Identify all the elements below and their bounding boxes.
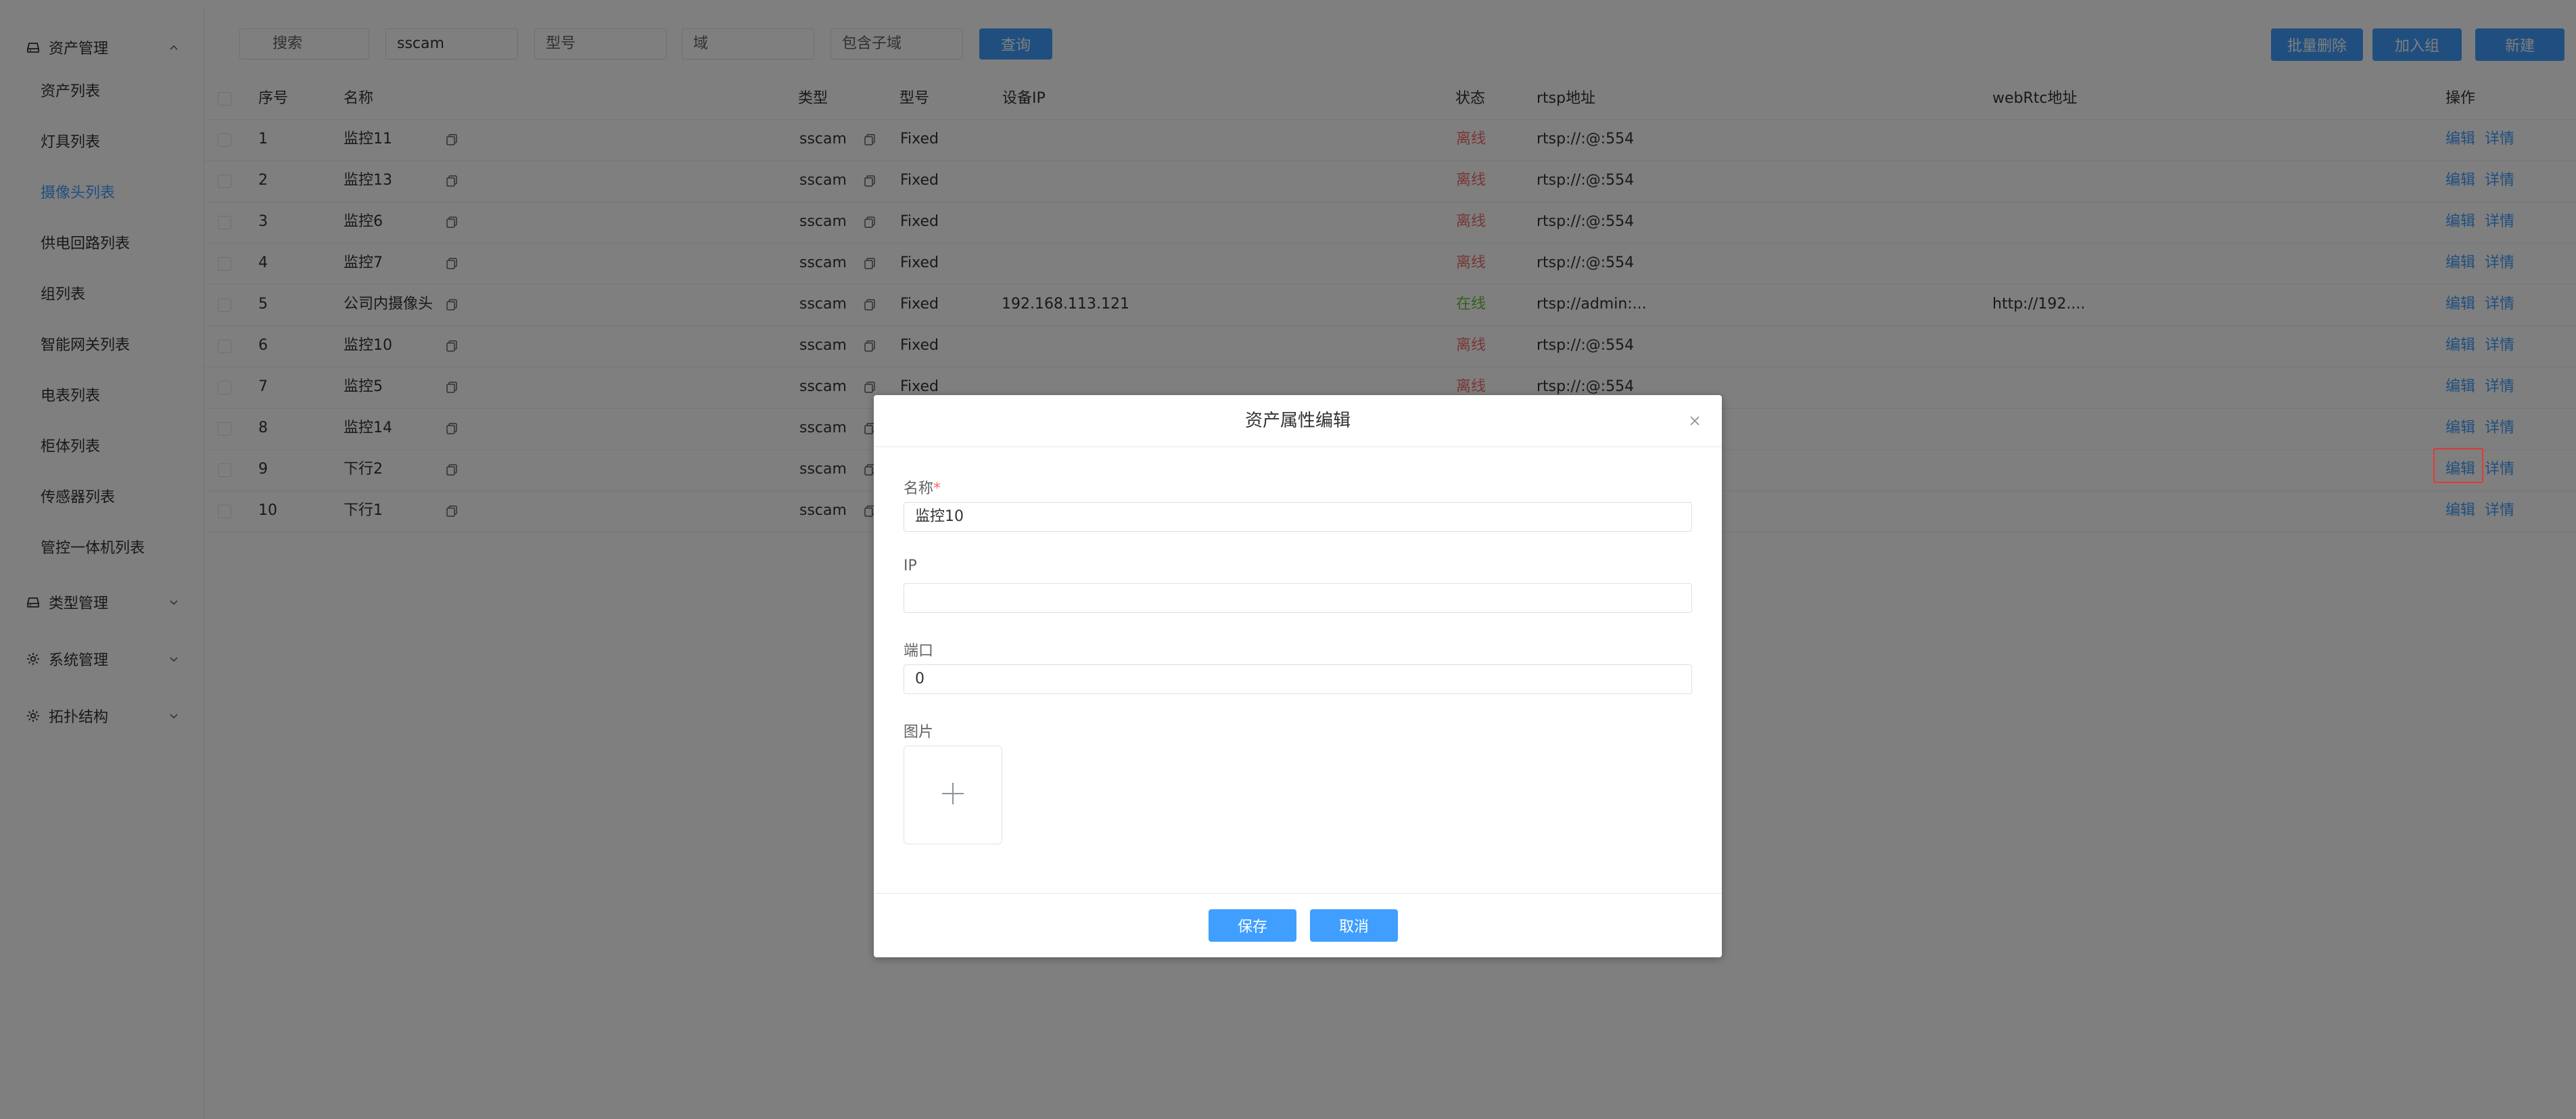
asset-edit-dialog: 资产属性编辑 名称* 监控10 IP 端口 0 图片 保存 取消 bbox=[874, 395, 1722, 957]
ip-field[interactable] bbox=[904, 583, 1692, 613]
required-mark: * bbox=[933, 480, 941, 497]
name-field-label: 名称* bbox=[904, 476, 941, 498]
image-upload[interactable] bbox=[904, 746, 1002, 844]
dialog-footer-divider bbox=[874, 893, 1722, 894]
close-icon[interactable] bbox=[1687, 413, 1703, 429]
ip-field-label: IP bbox=[904, 557, 917, 574]
name-label-text: 名称 bbox=[904, 480, 934, 497]
name-field[interactable]: 监控10 bbox=[904, 502, 1692, 532]
edit-highlight-box bbox=[2433, 448, 2483, 483]
image-field-label: 图片 bbox=[904, 724, 934, 741]
port-field-label: 端口 bbox=[904, 643, 934, 660]
plus-icon bbox=[939, 780, 966, 810]
cancel-button[interactable]: 取消 bbox=[1310, 909, 1398, 942]
port-field[interactable]: 0 bbox=[904, 664, 1692, 694]
dialog-title: 资产属性编辑 bbox=[1244, 411, 1351, 431]
save-button[interactable]: 保存 bbox=[1209, 909, 1296, 942]
